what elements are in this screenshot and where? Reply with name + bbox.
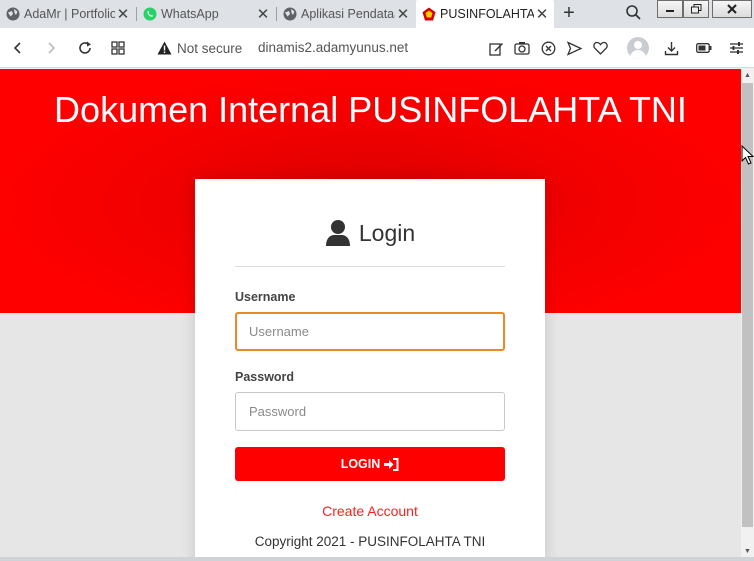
login-header: Login — [195, 219, 545, 247]
password-input[interactable] — [235, 392, 505, 431]
send-button[interactable] — [564, 38, 584, 58]
not-secure-label[interactable]: Not secure — [177, 41, 242, 56]
close-tab-icon[interactable]: ✕ — [395, 5, 411, 23]
back-button[interactable] — [8, 38, 28, 58]
globe-icon — [283, 7, 297, 21]
tab-search-icon[interactable] — [625, 4, 643, 22]
grid-icon — [111, 41, 125, 55]
new-tab-button[interactable]: + — [560, 2, 578, 25]
close-tab-icon[interactable]: ✕ — [115, 5, 131, 23]
divider — [235, 266, 505, 267]
reload-button[interactable] — [75, 38, 95, 58]
login-button-label: LOGIN — [340, 457, 381, 471]
tab-title: Aplikasi Pendataan — [301, 7, 395, 21]
page-title: Dokumen Internal PUSINFOLAHTA TNI — [54, 89, 687, 130]
download-icon — [664, 41, 678, 55]
close-tab-icon[interactable]: ✕ — [255, 5, 271, 23]
create-account-link[interactable]: Create Account — [195, 503, 545, 519]
speed-dial-button[interactable] — [108, 38, 128, 58]
password-label: Password — [235, 370, 295, 384]
username-label: Username — [235, 290, 296, 304]
browser-toolbar: Not secure dinamis2.adamyunus.net — [0, 28, 754, 68]
minimize-button[interactable] — [657, 0, 683, 18]
sign-in-icon — [384, 457, 399, 471]
scroll-up-icon[interactable]: ▲ — [741, 69, 754, 81]
camera-icon — [514, 42, 530, 55]
maximize-button[interactable] — [683, 0, 709, 18]
login-button[interactable]: LOGIN — [235, 447, 505, 481]
mouse-cursor-icon — [741, 145, 754, 165]
user-icon — [325, 220, 350, 246]
battery-saver-button[interactable] — [694, 38, 714, 58]
pusinfolahta-logo-icon — [422, 7, 436, 21]
login-card: Login Username Password LOGIN Create Acc… — [195, 179, 545, 557]
heart-icon — [592, 41, 608, 55]
copyright-text: Copyright 2021 - PUSINFOLAHTA TNI — [254, 534, 486, 549]
downloads-button[interactable] — [661, 38, 681, 58]
login-heading: Login — [358, 219, 416, 246]
tab-whatsapp[interactable]: WhatsApp ✕ — [137, 0, 275, 28]
tab-adamr-portfolio[interactable]: AdaMr | Portfolio ✕ — [0, 0, 135, 28]
block-icon — [541, 41, 555, 55]
profile-avatar[interactable] — [627, 37, 649, 59]
back-arrow-icon — [13, 42, 21, 54]
whatsapp-icon — [143, 7, 157, 21]
tab-aplikasi-pendataan[interactable]: Aplikasi Pendataan ✕ — [277, 0, 415, 28]
tab-title: AdaMr | Portfolio — [24, 7, 115, 21]
taskbar-strip — [0, 557, 754, 561]
tab-title: WhatsApp — [161, 7, 219, 21]
page-viewport: Dokumen Internal PUSINFOLAHTA TNI Login … — [0, 69, 741, 557]
username-input[interactable] — [235, 312, 505, 351]
edit-page-button[interactable] — [486, 38, 506, 58]
snapshot-button[interactable] — [512, 38, 532, 58]
settings-sliders-icon — [729, 42, 743, 54]
tab-pusinfolahta[interactable]: PUSINFOLAHTA TNI ✕ — [416, 0, 554, 28]
close-window-button[interactable] — [712, 0, 752, 18]
easy-setup-button[interactable] — [726, 38, 746, 58]
address-url[interactable]: dinamis2.adamyunus.net — [258, 40, 408, 55]
edit-icon — [488, 42, 503, 56]
send-icon — [566, 40, 582, 56]
page-scrollbar[interactable]: ▲ ▼ — [741, 69, 754, 557]
favorite-button[interactable] — [590, 38, 610, 58]
tab-strip: AdaMr | Portfolio ✕ WhatsApp ✕ Aplikasi … — [0, 0, 754, 28]
tab-title: PUSINFOLAHTA TNI — [440, 7, 534, 21]
forward-arrow-icon — [48, 42, 56, 54]
adblock-button[interactable] — [538, 38, 558, 58]
scroll-down-icon[interactable]: ▼ — [741, 545, 754, 557]
battery-icon — [696, 43, 712, 53]
close-tab-icon[interactable]: ✕ — [534, 5, 550, 23]
forward-button[interactable] — [41, 38, 61, 58]
globe-icon — [6, 7, 20, 21]
reload-icon — [79, 41, 91, 54]
warning-icon[interactable] — [157, 41, 172, 55]
